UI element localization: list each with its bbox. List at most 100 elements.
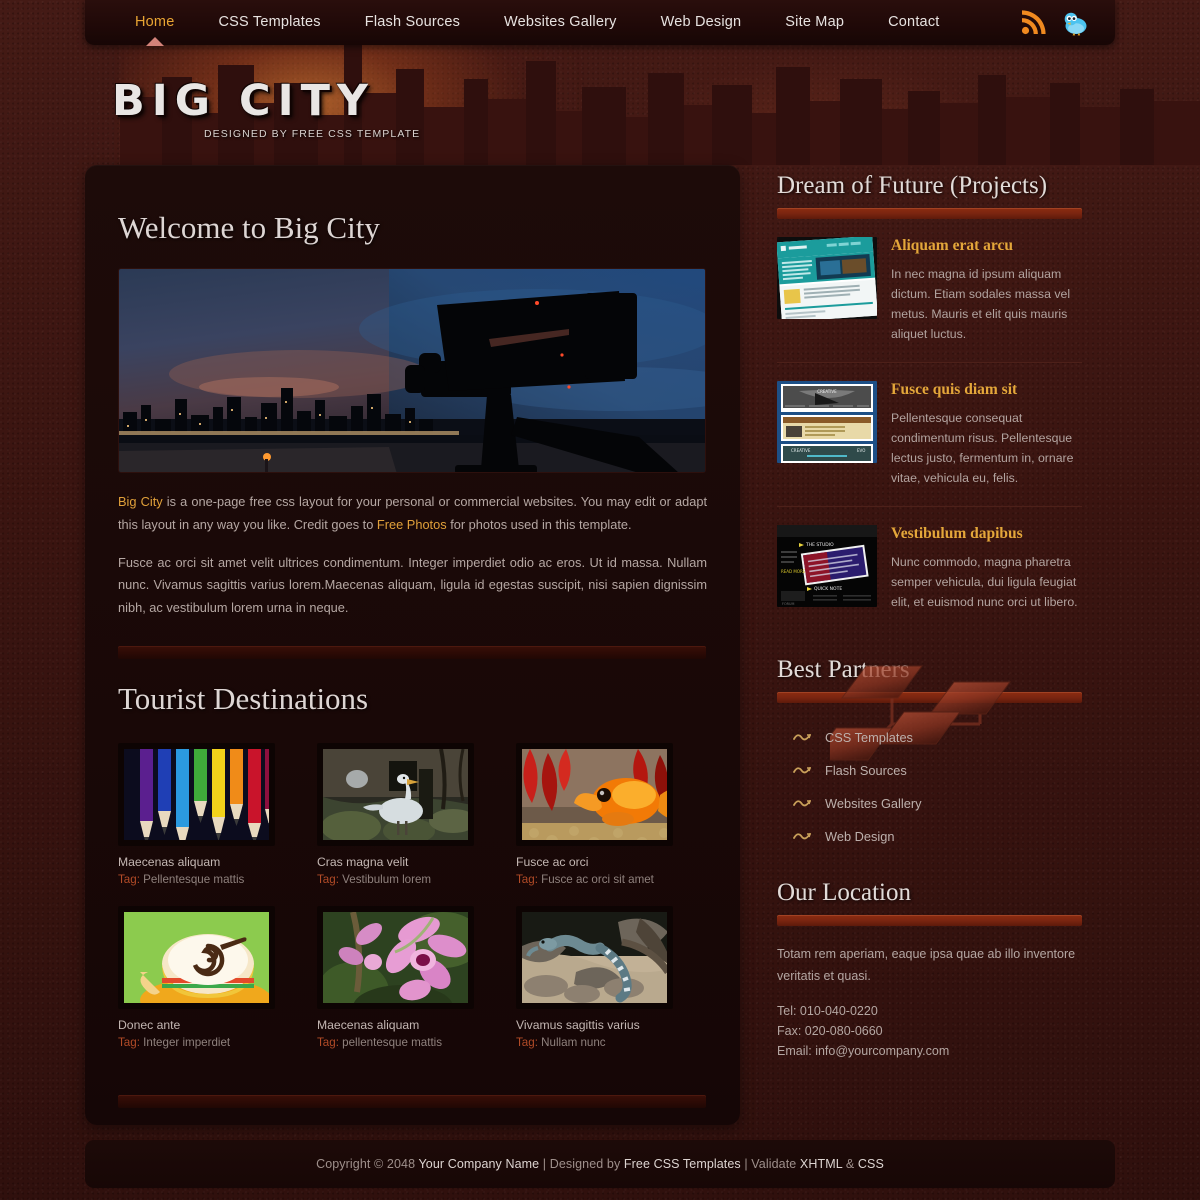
free-photos-link[interactable]: Free Photos <box>377 517 447 532</box>
big-city-link[interactable]: Big City <box>118 494 163 509</box>
gallery-thumbnail-pencils[interactable] <box>118 742 275 846</box>
gallery-item[interactable]: Vivamus sagittis varius Tag: Nullam nunc <box>516 905 706 1049</box>
hero-image <box>118 268 706 473</box>
nav-item-css-templates[interactable]: CSS Templates <box>196 0 342 45</box>
intro-paragraph-1: Big City is a one-page free css layout f… <box>118 491 707 537</box>
gallery-tag-value: Nullam nunc <box>541 1035 606 1049</box>
nav-item-home[interactable]: Home <box>113 0 196 45</box>
rss-icon[interactable] <box>1020 9 1046 36</box>
svg-text:CREATIVE: CREATIVE <box>791 448 811 453</box>
project-item[interactable]: THE STUDIO READ MORE QUICK NOTE FORUM Ve… <box>777 506 1082 630</box>
nav-item-site-map[interactable]: Site Map <box>763 0 866 45</box>
project-title[interactable]: Vestibulum dapibus <box>891 525 1082 543</box>
partners-heading: Best Partners <box>777 656 910 684</box>
gallery-caption: Donec ante <box>118 1017 181 1032</box>
twitter-bird-icon[interactable] <box>1060 10 1090 36</box>
nav-item-flash-sources[interactable]: Flash Sources <box>343 0 482 45</box>
partner-list-item[interactable]: Flash Sources <box>777 754 1082 787</box>
gallery-tag: Tag: Vestibulum lorem <box>317 873 507 886</box>
project-text-block: Vestibulum dapibus Nunc commodo, magna p… <box>891 525 1082 612</box>
project-title[interactable]: Aliquam erat arcu <box>891 237 1082 255</box>
nav-item-contact[interactable]: Contact <box>866 0 961 45</box>
partner-list-item[interactable]: Web Design <box>777 820 1082 853</box>
partner-list: CSS Templates Flash Sources Websites Gal… <box>777 721 1082 853</box>
footer-validate-css-link[interactable]: CSS <box>858 1157 884 1171</box>
project-description: Nunc commodo, magna pharetra semper vehi… <box>891 555 1078 610</box>
gallery-tag-label: Tag: <box>118 872 140 886</box>
gallery-thumbnail-goldfish[interactable] <box>516 742 673 846</box>
gallery-heading: Tourist Destinations <box>118 680 369 716</box>
partner-label[interactable]: CSS Templates <box>825 730 913 745</box>
tourist-gallery: Maecenas aliquam Tag: Pellentesque matti… <box>118 742 707 1069</box>
gallery-item[interactable]: Maecenas aliquam Tag: pellentesque matti… <box>317 905 507 1049</box>
twitter-bird-icon-glyph <box>1064 12 1087 35</box>
intro-text-mid2: for photos used in this template. <box>446 516 632 532</box>
partner-label[interactable]: Web Design <box>825 829 894 844</box>
gallery-caption: Maecenas aliquam <box>317 1017 420 1032</box>
project-item[interactable]: CREATIVE CREATIVE EVO Fusce quis diam si… <box>777 362 1082 506</box>
gallery-thumbnail-coffee[interactable] <box>118 905 275 1009</box>
location-heading-rule <box>777 915 1082 927</box>
location-fax: Fax: 020-080-0660 <box>777 1024 883 1039</box>
project-thumbnail-teal[interactable] <box>777 237 877 319</box>
gallery-tag-label: Tag: <box>516 1035 538 1049</box>
section-divider-bottom <box>118 1094 706 1108</box>
blue-layout-stack-screenshot: CREATIVE CREATIVE EVO <box>777 381 877 464</box>
social-icon-group <box>1020 9 1115 36</box>
gallery-tag-label: Tag: <box>118 1035 140 1049</box>
project-description: Pellentesque consequat condimentum risus… <box>891 411 1074 486</box>
footer-company[interactable]: Your Company Name <box>418 1157 539 1171</box>
location-email[interactable]: Email: info@yourcompany.com <box>777 1041 1082 1061</box>
footer-copyright: Copyright © 2048 Your Company Name | Des… <box>316 1157 884 1171</box>
colored-pencils-image <box>124 748 269 840</box>
projects-heading-rule <box>777 208 1082 219</box>
project-thumbnail-blue-stack[interactable]: CREATIVE CREATIVE EVO <box>777 381 877 464</box>
partner-list-item[interactable]: CSS Templates <box>777 721 1082 754</box>
gallery-thumbnail-orchid[interactable] <box>317 905 474 1009</box>
gallery-caption: Fusce ac orci <box>516 854 589 869</box>
gallery-tag: Tag: Pellentesque mattis <box>118 873 308 886</box>
gallery-item[interactable]: Maecenas aliquam Tag: Pellentesque matti… <box>118 742 308 886</box>
project-text-block: Fusce quis diam sit Pellentesque consequ… <box>891 381 1082 488</box>
partner-label[interactable]: Websites Gallery <box>825 796 921 811</box>
project-item[interactable]: Aliquam erat arcu In nec magna id ipsum … <box>777 237 1082 362</box>
project-thumbnail-studio[interactable]: THE STUDIO READ MORE QUICK NOTE FORUM <box>777 525 877 608</box>
svg-text:EVO: EVO <box>857 448 865 453</box>
dark-studio-website-screenshot: THE STUDIO READ MORE QUICK NOTE FORUM <box>777 525 877 608</box>
partner-label[interactable]: Flash Sources <box>825 763 907 778</box>
footer-validate-xhtml-link[interactable]: XHTML <box>800 1157 842 1171</box>
gallery-item[interactable]: Fusce ac orci Tag: Fusce ac orci sit ame… <box>516 742 706 886</box>
project-title[interactable]: Fusce quis diam sit <box>891 381 1082 399</box>
location-tel: Tel: 010-040-0220 <box>777 1003 878 1018</box>
partner-list-item[interactable]: Websites Gallery <box>777 787 1082 820</box>
gallery-thumbnail-heron[interactable] <box>317 742 474 846</box>
page-root: Home CSS Templates Flash Sources Website… <box>0 0 1200 1200</box>
rss-icon-glyph <box>1021 9 1046 34</box>
squiggle-bullet-icon <box>793 766 811 774</box>
intro-paragraph-2: Fusce ac orci sit amet velit ultrices co… <box>118 554 707 616</box>
svg-text:FORUM: FORUM <box>782 602 794 606</box>
projects-heading: Dream of Future (Projects) <box>777 172 1048 199</box>
squiggle-bullet-icon <box>793 799 811 807</box>
gallery-tag: Tag: Nullam nunc <box>516 1036 706 1049</box>
location-heading: Our Location <box>777 879 911 907</box>
goldfish-image <box>522 748 667 840</box>
site-logo[interactable]: BIG CITY DESIGNED BY FREE CSS TEMPLATE <box>112 76 420 140</box>
top-navigation-bar: Home CSS Templates Flash Sources Website… <box>85 0 1115 45</box>
sidebar: Dream of Future (Projects) Aliquam erat … <box>777 172 1082 1088</box>
footer-designer-link[interactable]: Free CSS Templates <box>624 1157 741 1171</box>
gallery-thumbnail-iguana[interactable] <box>516 905 673 1009</box>
gallery-item[interactable]: Cras magna velit Tag: Vestibulum lorem <box>317 742 507 886</box>
gallery-tag-value: Integer imperdiet <box>143 1035 231 1049</box>
gallery-caption: Vivamus sagittis varius <box>516 1017 640 1032</box>
page-title: Welcome to Big City <box>118 210 380 245</box>
pink-orchid-image <box>323 911 468 1003</box>
svg-text:CREATIVE: CREATIVE <box>817 389 837 394</box>
nav-item-list: Home CSS Templates Flash Sources Website… <box>85 0 962 45</box>
gallery-item[interactable]: Donec ante Tag: Integer imperdiet <box>118 905 308 1049</box>
nav-item-web-design[interactable]: Web Design <box>639 0 764 45</box>
footer-sep-2: | Validate <box>740 1157 800 1171</box>
hero-image-graphic <box>119 269 705 472</box>
nav-item-websites-gallery[interactable]: Websites Gallery <box>482 0 639 45</box>
logo-tagline: DESIGNED BY FREE CSS TEMPLATE <box>204 128 421 140</box>
